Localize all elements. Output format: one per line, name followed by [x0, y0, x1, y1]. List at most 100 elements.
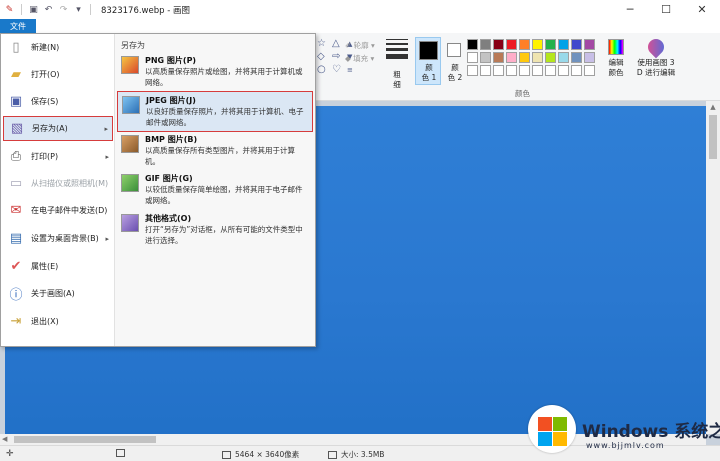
color1-button[interactable]: 颜 色 1 — [415, 37, 441, 85]
palette-swatch[interactable] — [467, 65, 478, 76]
outline-button[interactable]: ✐ 轮廓 ▾ — [345, 40, 375, 51]
palette-swatch[interactable] — [558, 39, 569, 50]
file-menu-item[interactable]: ⇥ 退出(X) — [3, 309, 113, 334]
save-as-option[interactable]: PNG 图片(P) 以高质量保存照片或绘图，并将其用于计算机或网络。 — [117, 52, 313, 91]
submenu-arrow-icon: ▸ — [105, 152, 109, 161]
window-title: 8323176.webp - 画图 — [101, 5, 191, 16]
palette-swatch[interactable] — [584, 65, 595, 76]
palette-swatch[interactable] — [545, 65, 556, 76]
palette-swatch[interactable] — [493, 39, 504, 50]
palette-swatch[interactable] — [584, 39, 595, 50]
fill-button[interactable]: ◆ 填充 ▾ — [345, 53, 374, 64]
file-menu-item[interactable]: ▯ 新建(N) — [3, 35, 113, 60]
palette-swatch[interactable] — [519, 52, 530, 63]
windows-logo-icon — [528, 405, 576, 453]
save-as-option[interactable]: JPEG 图片(J) 以良好质量保存照片，并将其用于计算机、电子邮件或网络。 — [117, 91, 313, 132]
file-menu-item[interactable]: ▰ 打开(O) — [3, 62, 113, 87]
cloud-shape-icon[interactable]: ○ — [317, 65, 328, 75]
file-menu-item[interactable]: ⎙ 打印(P) ▸ — [3, 144, 113, 169]
file-menu-item[interactable]: ▣ 保存(S) — [3, 89, 113, 114]
palette-swatch[interactable] — [571, 65, 582, 76]
file-menu-item[interactable]: ✔ 属性(E) — [3, 254, 113, 279]
palette-swatch[interactable] — [545, 52, 556, 63]
save-as-option[interactable]: BMP 图片(B) 以高质量保存所有类型图片，并将其用于计算机。 — [117, 131, 313, 170]
triangle-shape-icon[interactable]: △ — [332, 39, 343, 49]
gallery-more-icon[interactable]: ≡ — [347, 65, 358, 75]
fill-label: 填充 — [353, 54, 369, 63]
palette-swatch[interactable] — [506, 39, 517, 50]
palette-swatch[interactable] — [467, 39, 478, 50]
save-as-option[interactable]: 其他格式(O) 打开“另存为”对话框，从所有可能的文件类型中进行选择。 — [117, 210, 313, 249]
tab-file[interactable]: 文件 — [0, 19, 36, 33]
save-as-option-title: JPEG 图片(J) — [146, 96, 196, 105]
paint3d-button[interactable]: 使用画图 3 D 进行编辑 — [636, 35, 676, 78]
scroll-up-arrow-icon[interactable]: ▲ — [706, 101, 720, 113]
save-as-icon: ▧ — [10, 121, 24, 136]
file-menu-item-label: 打开(O) — [31, 70, 60, 79]
file-menu-item-label: 保存(S) — [31, 97, 59, 106]
close-button[interactable]: ✕ — [684, 0, 720, 19]
palette-swatch[interactable] — [532, 65, 543, 76]
scanner-icon: ▭ — [9, 176, 23, 191]
palette-swatch[interactable] — [532, 52, 543, 63]
save-as-option-description: 以高质量保存照片或绘图，并将其用于计算机或网络。 — [145, 67, 303, 87]
selection-icon — [116, 449, 125, 457]
palette-swatch[interactable] — [480, 65, 491, 76]
star-shape-icon[interactable]: ☆ — [317, 39, 328, 49]
new-file-icon: ▯ — [12, 40, 20, 55]
palette-swatch[interactable] — [519, 39, 530, 50]
save-as-option-title: PNG 图片(P) — [145, 56, 197, 65]
maximize-button[interactable]: ☐ — [648, 0, 684, 19]
palette-swatch[interactable] — [532, 39, 543, 50]
file-menu-item[interactable]: ▧ 另存为(A) ▸ — [3, 116, 113, 141]
minimize-button[interactable]: ─ — [612, 0, 648, 19]
file-menu-item[interactable]: ⓘ 关于画图(A) — [3, 281, 113, 306]
file-menu-item[interactable]: ✉ 在电子邮件中发送(D) — [3, 198, 113, 223]
thickness-icon[interactable] — [386, 39, 408, 62]
save-as-option[interactable]: GIF 图片(G) 以较低质量保存简单绘图，并将其用于电子邮件或网络。 — [117, 170, 313, 209]
submenu-arrow-icon: ▸ — [105, 234, 109, 243]
palette-swatch[interactable] — [480, 39, 491, 50]
customize-dropdown-icon[interactable]: ▾ — [73, 4, 84, 15]
open-folder-icon: ▰ — [11, 67, 21, 82]
palette-swatch[interactable] — [558, 65, 569, 76]
edit-colors-button[interactable]: 编辑 颜色 — [603, 39, 629, 78]
bmp-image-icon — [121, 135, 139, 153]
save-icon[interactable]: ▣ — [28, 4, 39, 15]
selection-size — [116, 449, 125, 457]
arrow-shape-icon[interactable]: ⇨ — [332, 52, 343, 62]
dimensions-icon — [222, 450, 231, 459]
palette-swatch[interactable] — [584, 52, 595, 63]
palette-swatch[interactable] — [467, 52, 478, 63]
palette-swatch[interactable] — [493, 65, 504, 76]
window-controls: ─ ☐ ✕ — [612, 0, 720, 19]
undo-icon[interactable]: ↶ — [43, 4, 54, 15]
file-menu-item[interactable]: ▤ 设置为桌面背景(B) ▸ — [3, 226, 113, 251]
info-icon: ⓘ — [9, 288, 23, 303]
ribbon-tab-bar: 文件 — [0, 19, 720, 33]
file-size: 大小: 3.5MB — [328, 449, 384, 460]
vertical-scrollbar[interactable]: ▲ — [706, 101, 720, 434]
callout-shape-icon[interactable]: ◇ — [317, 52, 328, 62]
palette-swatch[interactable] — [519, 65, 530, 76]
palette-swatch[interactable] — [506, 65, 517, 76]
exit-icon: ⇥ — [10, 314, 22, 329]
palette-swatch[interactable] — [558, 52, 569, 63]
file-menu-item-label: 另存为(A) — [32, 124, 68, 133]
thickness-label[interactable]: 粗 细 — [386, 70, 408, 90]
heart-shape-icon[interactable]: ♡ — [332, 65, 343, 75]
vertical-scroll-thumb[interactable] — [709, 115, 717, 159]
palette-swatch[interactable] — [493, 52, 504, 63]
image-dimensions: 5464 × 3640像素 — [222, 449, 299, 460]
palette-swatch[interactable] — [571, 52, 582, 63]
palette-swatch[interactable] — [506, 52, 517, 63]
palette-swatch[interactable] — [480, 52, 491, 63]
palette-swatch[interactable] — [571, 39, 582, 50]
redo-icon[interactable]: ↷ — [58, 4, 69, 15]
color2-swatch — [447, 43, 461, 57]
file-menu-item-label: 新建(N) — [31, 43, 60, 52]
scroll-left-arrow-icon[interactable]: ◀ — [2, 434, 7, 445]
color2-button[interactable]: 颜 色 2 — [441, 37, 467, 85]
horizontal-scroll-thumb[interactable] — [14, 436, 156, 443]
palette-swatch[interactable] — [545, 39, 556, 50]
